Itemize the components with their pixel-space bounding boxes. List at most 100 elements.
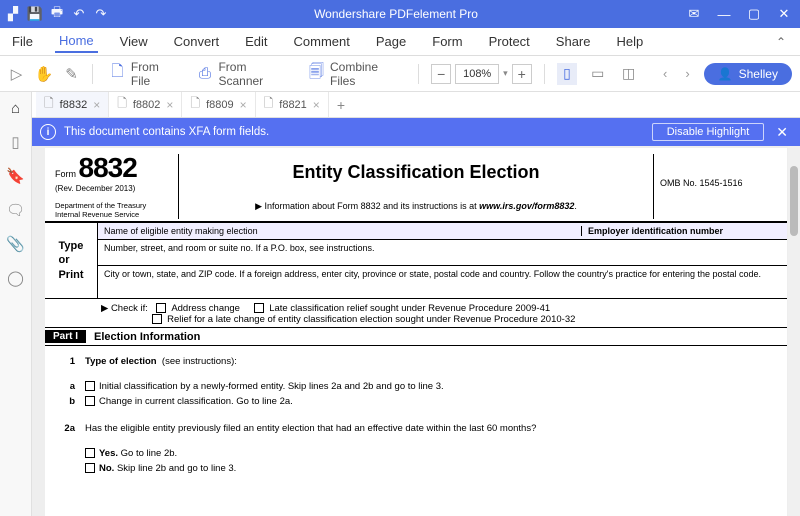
from-file-label: From File [131,60,179,88]
pdf-page: Form 8832 (Rev. December 2013) Departmen… [45,148,787,516]
add-tab-button[interactable]: + [329,97,353,113]
user-account-button[interactable]: 👤 Shelley [704,63,792,85]
view-facing-icon[interactable]: ◫ [618,63,639,85]
checkbox-q1a[interactable] [85,381,95,391]
close-button[interactable]: ✕ [774,4,794,24]
checkbox-address-change[interactable] [156,303,166,313]
combine-button[interactable]: 🗐 Combine Files [304,57,406,91]
vertical-scrollbar[interactable] [788,146,800,516]
type-or-print-label: Type or Print [45,223,97,298]
file-icon: 🗋 [190,94,200,115]
document-tabs: 🗋 f8832 × 🗋f8802× 🗋 f8809 × 🗋 f8821 × + [32,92,800,118]
from-scanner-label: From Scanner [218,60,290,88]
undo-icon[interactable]: ↶ [72,7,86,21]
info-icon: i [40,124,56,140]
tab-close-icon[interactable]: × [313,98,320,112]
tab-f8832[interactable]: 🗋 f8832 × [36,92,109,117]
redo-icon[interactable]: ↷ [94,7,108,21]
tab-close-icon[interactable]: × [240,98,247,112]
checkbox-q1b[interactable] [85,396,95,406]
menu-share[interactable]: Share [552,32,595,51]
file-icon: 🗋 [264,94,274,115]
part1-title: Election Information [94,331,200,343]
save-icon[interactable]: 💾 [28,7,42,21]
document-viewport[interactable]: Form 8832 (Rev. December 2013) Departmen… [32,146,800,516]
user-icon: 👤 [718,67,733,81]
menu-help[interactable]: Help [613,32,648,51]
tab-f8809[interactable]: 🗋 f8809 × [182,92,255,117]
home-icon[interactable]: ⌂ [6,98,26,118]
menu-view[interactable]: View [116,32,152,51]
thumbnails-icon[interactable]: ▯ [6,132,26,152]
checkbox-q2a-no[interactable] [85,463,95,473]
nav-prev-icon[interactable]: ‹ [659,66,671,81]
from-scanner-button[interactable]: ⎙From Scanner [193,57,295,91]
zoom-dropdown-icon[interactable]: ▾ [503,68,508,79]
bookmarks-icon[interactable]: 🔖 [6,166,26,186]
xfa-notice-bar: i This document contains XFA form fields… [32,118,800,146]
nav-next-icon[interactable]: › [681,66,693,81]
tab-close-icon[interactable]: × [166,98,173,112]
field-name-label: Name of eligible entity making election [104,226,581,236]
app-logo-icon: ▞ [6,7,20,21]
menu-convert[interactable]: Convert [170,32,224,51]
menu-home[interactable]: Home [55,31,98,53]
file-icon: 🗋 [117,94,127,115]
notice-close-icon[interactable]: ✕ [772,124,792,141]
search-panel-icon[interactable]: ◯ [6,268,26,288]
tab-label: f8832 [60,99,88,111]
mail-icon[interactable]: ✉ [684,4,704,24]
disable-highlight-button[interactable]: Disable Highlight [652,123,765,141]
tab-close-icon[interactable]: × [93,98,100,112]
tab-label: f8821 [279,99,307,111]
user-name: Shelley [739,67,778,81]
zoom-out-button[interactable]: − [431,64,451,84]
menu-edit[interactable]: Edit [241,32,271,51]
menu-page[interactable]: Page [372,32,410,51]
hand-tool-icon[interactable]: ✋ [35,65,53,83]
scrollbar-thumb[interactable] [790,166,798,236]
form-label: Form [55,169,76,179]
zoom-in-button[interactable]: + [512,64,532,84]
titlebar: ▞ 💾 🖶 ↶ ↷ Wondershare PDFelement Pro ✉ —… [0,0,800,28]
checkbox-late-relief-2010[interactable] [152,314,162,324]
tab-f8802[interactable]: 🗋f8802× [109,92,182,117]
view-continuous-icon[interactable]: ▭ [587,63,608,85]
tab-f8821[interactable]: 🗋 f8821 × [256,92,329,117]
pointer-tool-icon[interactable]: ▷ [8,65,25,83]
from-file-icon: 🗋 [109,65,126,83]
checkbox-q2a-yes[interactable] [85,448,95,458]
toolbar: ▷ ✋ ✎ 🗋 From File ⎙From Scanner 🗐 Combine … [0,56,800,92]
view-single-icon[interactable]: ▯ [557,63,578,85]
form-title: Entity Classification Election [185,162,647,183]
checkbox-late-relief-2009[interactable] [254,303,264,313]
menu-file[interactable]: File [8,32,37,51]
print-icon[interactable]: 🖶 [50,7,64,21]
left-sidebar: ⌂ ▯ 🔖 🗨 📎 ◯ [0,92,32,516]
minimize-button[interactable]: — [714,4,734,24]
form-revision: (Rev. December 2013) [55,184,172,193]
zoom-value[interactable]: 108% [455,64,499,84]
notice-text: This document contains XFA form fields. [64,126,269,138]
field-address-label[interactable]: Number, street, and room or suite no. If… [104,243,781,262]
combine-label: Combine Files [330,60,402,88]
menu-protect[interactable]: Protect [485,32,534,51]
combine-icon: 🗐 [308,65,325,83]
field-city-label[interactable]: City or town, state, and ZIP code. If a … [104,269,781,295]
edit-tool-icon[interactable]: ✎ [63,65,80,83]
menu-form[interactable]: Form [428,32,466,51]
attachments-icon[interactable]: 📎 [6,234,26,254]
maximize-button[interactable]: ▢ [744,4,764,24]
field-ein-label: Employer identification number [581,226,781,236]
comments-icon[interactable]: 🗨 [6,200,26,220]
tab-label: f8809 [206,99,234,111]
zoom-control: − 108% ▾ + [431,64,532,84]
app-title: Wondershare PDFelement Pro [108,7,684,21]
form-department: Department of the Treasury Internal Reve… [55,201,172,219]
file-icon: 🗋 [44,94,54,115]
collapse-ribbon-icon[interactable]: ⌃ [770,33,792,51]
menu-comment[interactable]: Comment [290,32,354,51]
part1-badge: Part I [45,330,86,343]
from-file-button[interactable]: 🗋 From File [105,57,183,91]
menubar: File Home View Convert Edit Comment Page… [0,28,800,56]
